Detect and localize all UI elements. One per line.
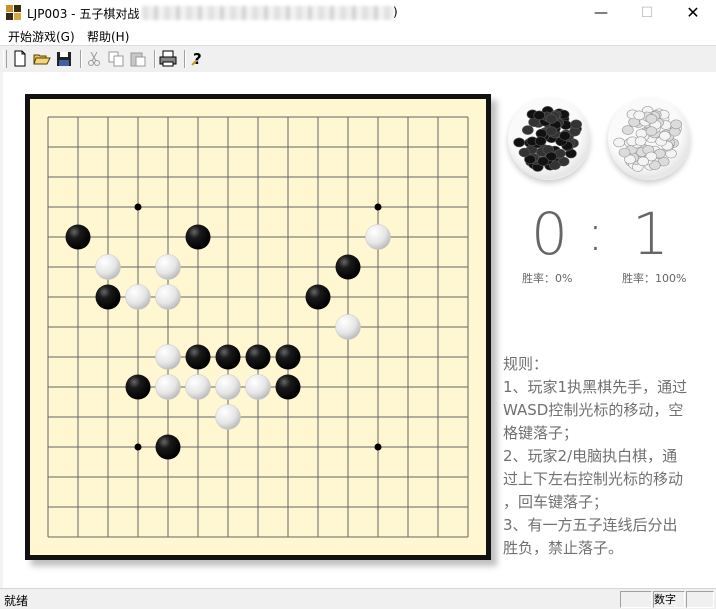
white-stone xyxy=(125,284,151,310)
toolbar: ? xyxy=(0,45,716,73)
white-stone xyxy=(245,374,271,400)
black-stone xyxy=(305,284,331,310)
star-point xyxy=(374,203,382,211)
status-text: 就绪 xyxy=(4,594,29,608)
bowl-stone xyxy=(559,131,571,141)
black-stone xyxy=(95,284,121,310)
board-canvas[interactable] xyxy=(30,99,486,555)
white-stone xyxy=(365,224,391,250)
white-stone xyxy=(215,404,241,430)
bowl-stone xyxy=(637,156,649,167)
save-icon[interactable] xyxy=(54,49,74,68)
toolbar-separator xyxy=(184,50,186,68)
rules-line: 1、玩家1执黑棋先手，通过 xyxy=(503,378,688,396)
black-stone xyxy=(335,254,361,280)
bowl-stone xyxy=(618,147,631,158)
bowl-stone xyxy=(545,126,558,136)
toolbar-grip xyxy=(3,50,7,68)
toolbar-separator xyxy=(154,50,156,68)
black-stone xyxy=(65,224,91,250)
bowl-stone xyxy=(537,156,549,167)
bowl-stone xyxy=(513,137,525,148)
white-stone xyxy=(335,314,361,340)
status-pane xyxy=(620,591,652,608)
gomoku-board[interactable] xyxy=(25,94,491,560)
white-stone xyxy=(155,374,181,400)
status-bar: 就绪 数字 xyxy=(0,588,716,609)
copy-icon[interactable] xyxy=(106,49,126,68)
white-stone xyxy=(155,344,181,370)
client-edge xyxy=(0,72,3,588)
star-point xyxy=(374,443,382,451)
rules-line: 过上下左右控制光标的移动 xyxy=(503,470,684,488)
black-stone xyxy=(245,344,271,370)
bowl-stone xyxy=(522,125,534,135)
bowl-stone xyxy=(645,126,658,136)
rules-line: ，回车键落子； xyxy=(503,493,609,511)
black-stone xyxy=(185,224,211,250)
rules-line: WASD控制光标的移动，空 xyxy=(503,401,684,419)
black-win-rate: 胜率：0% xyxy=(522,272,573,285)
rules-line: 胜负，禁止落子。 xyxy=(503,539,624,557)
score-separator: : xyxy=(587,204,604,262)
menu-help[interactable]: 帮助(H) xyxy=(87,28,129,45)
black-stone xyxy=(155,434,181,460)
bowl-stone xyxy=(633,110,646,121)
bowl-stone xyxy=(622,125,634,135)
bowl-stone xyxy=(534,136,547,146)
app-icon xyxy=(6,5,22,21)
white-stone xyxy=(185,374,211,400)
window-title: LJP003 - 五子棋对战 xyxy=(27,7,140,21)
status-pane xyxy=(686,591,714,608)
bowl-stone xyxy=(545,113,558,124)
help-icon[interactable]: ? xyxy=(188,49,208,68)
white-stone xyxy=(155,254,181,280)
bowl-stone xyxy=(613,137,625,148)
black-stone xyxy=(125,374,151,400)
num-lock-indicator: 数字 xyxy=(653,591,685,608)
bowl-stone xyxy=(533,110,546,121)
star-point xyxy=(134,443,142,451)
menu-bar: 开始游戏(G) 帮助(H) xyxy=(0,26,716,45)
black-stone xyxy=(275,374,301,400)
toolbar-separator xyxy=(80,50,82,68)
rules-heading: 规则： xyxy=(503,355,549,373)
rules-line: 2、玩家2/电脑执白棋，通 xyxy=(503,447,678,465)
black-stone xyxy=(215,344,241,370)
paste-icon[interactable] xyxy=(128,49,148,68)
white-stone xyxy=(215,374,241,400)
bowl-stone xyxy=(570,119,582,130)
star-point xyxy=(134,203,142,211)
rules-line: 3、有一方五子连线后分出 xyxy=(503,516,678,534)
menu-start-game[interactable]: 开始游戏(G) xyxy=(8,28,75,45)
title-bar: LJP003 - 五子棋对战 ) — ☐ ✕ xyxy=(0,0,716,26)
new-icon[interactable] xyxy=(10,49,30,68)
black-stone xyxy=(185,344,211,370)
black-score: 0 xyxy=(531,200,568,268)
white-score: 1 xyxy=(632,200,669,268)
black-stone xyxy=(275,344,301,370)
white-stone xyxy=(155,284,181,310)
cut-icon[interactable] xyxy=(84,49,104,68)
bowl-stone xyxy=(645,113,658,124)
title-redacted xyxy=(142,6,394,20)
bowl-stone xyxy=(634,136,647,146)
rules-panel: 规则： 1、玩家1执黑棋先手，通过 WASD控制光标的移动，空 格键落子； 2、… xyxy=(503,353,713,560)
maximize-button[interactable]: ☐ xyxy=(624,0,670,26)
black-stone-bowl xyxy=(508,98,590,180)
minimize-button[interactable]: — xyxy=(578,0,624,26)
white-stone-bowl xyxy=(608,98,690,180)
white-stone xyxy=(95,254,121,280)
rules-line: 格键落子； xyxy=(503,424,579,442)
title-paren: ) xyxy=(393,5,398,19)
svg-text:?: ? xyxy=(193,50,202,68)
white-win-rate: 胜率：100% xyxy=(622,272,687,285)
bowl-stone xyxy=(518,147,531,158)
bowl-stone xyxy=(659,131,671,141)
close-button[interactable]: ✕ xyxy=(670,0,716,26)
print-icon[interactable] xyxy=(158,49,178,68)
bowl-stone xyxy=(670,119,682,130)
open-icon[interactable] xyxy=(32,49,52,68)
